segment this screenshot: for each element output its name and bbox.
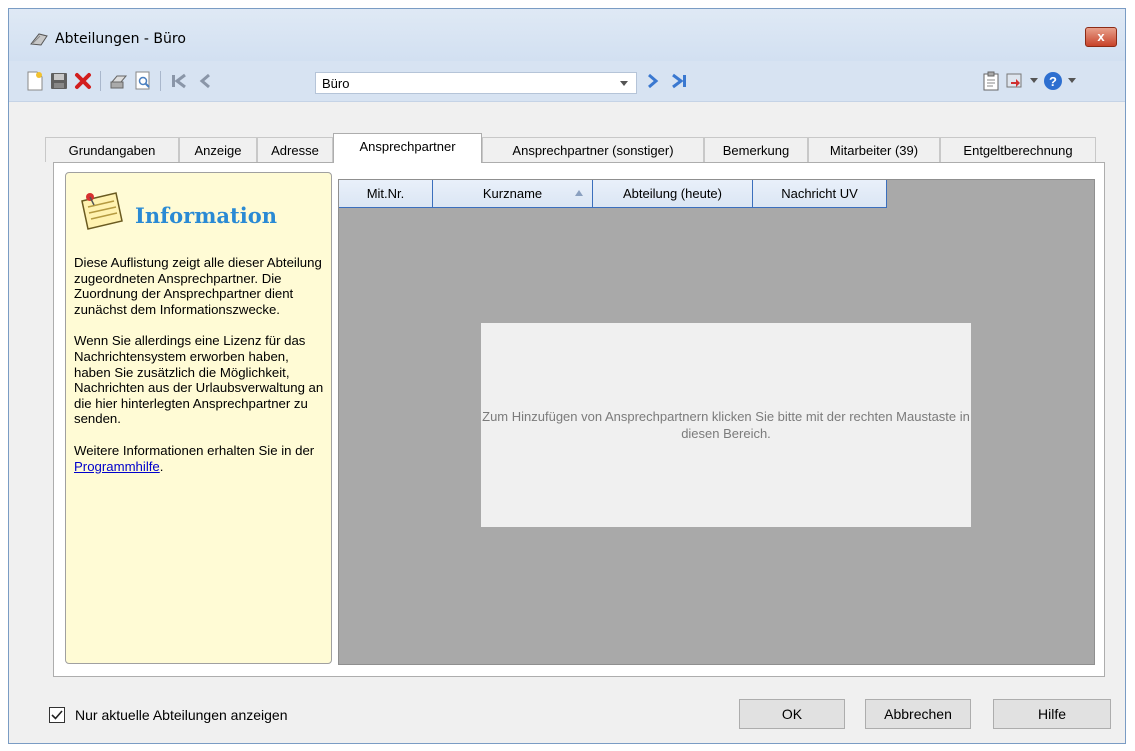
record-selector[interactable]: Büro [315, 72, 637, 94]
empty-grid-hint[interactable]: Zum Hinzufügen von Ansprechpartnern klic… [481, 323, 971, 527]
export-dropdown-icon[interactable] [1029, 71, 1039, 91]
current-departments-checkbox[interactable] [49, 707, 65, 723]
info-box: Information Diese Auflistung zeigt alle … [65, 172, 332, 664]
chevron-down-icon [620, 81, 628, 86]
column-header-abteilung[interactable]: Abteilung (heute) [593, 180, 753, 208]
info-paragraph-3: Weitere Informationen erhalten Sie in de… [74, 443, 329, 474]
toolbar-separator [160, 71, 161, 91]
tab-ansprechpartner-sonstiger[interactable]: Ansprechpartner (sonstiger) [482, 137, 704, 162]
tab-mitarbeiter[interactable]: Mitarbeiter (39) [808, 137, 940, 162]
tab-grundangaben[interactable]: Grundangaben [45, 137, 179, 162]
checkmark-icon [51, 710, 63, 720]
tab-bemerkung[interactable]: Bemerkung [704, 137, 808, 162]
print-preview-icon[interactable] [133, 71, 153, 91]
column-header-nachricht-uv[interactable]: Nachricht UV [753, 180, 887, 208]
tab-panel: Information Diese Auflistung zeigt alle … [53, 162, 1105, 677]
title-bar: Abteilungen - Büro x [9, 9, 1125, 61]
previous-record-icon[interactable] [195, 71, 215, 91]
column-header-mit-nr[interactable]: Mit.Nr. [339, 180, 433, 208]
toolbar-separator [100, 71, 101, 91]
column-header-kurzname[interactable]: Kurzname [433, 180, 593, 208]
close-button[interactable]: x [1085, 27, 1117, 47]
contacts-grid[interactable]: Mit.Nr. Kurzname Abteilung (heute) Nachr… [338, 179, 1095, 665]
tab-entgeltberechnung[interactable]: Entgeltberechnung [940, 137, 1096, 162]
info-paragraph-2: Wenn Sie allerdings eine Lizenz für das … [74, 333, 324, 427]
next-record-icon[interactable] [643, 71, 663, 91]
info-paragraph-3-end: . [159, 458, 164, 474]
tab-adresse[interactable]: Adresse [257, 137, 333, 162]
clipboard-icon[interactable] [981, 71, 1001, 91]
first-record-icon[interactable] [169, 71, 189, 91]
close-icon: x [1097, 29, 1105, 44]
print-icon[interactable] [109, 71, 129, 91]
checkbox-label[interactable]: Nur aktuelle Abteilungen anzeigen [75, 707, 288, 723]
cancel-button[interactable]: Abbrechen [865, 699, 971, 729]
info-paragraph-1: Diese Auflistung zeigt alle dieser Abtei… [74, 255, 322, 317]
save-icon[interactable] [49, 71, 69, 91]
toolbar: Büro ? [9, 61, 1125, 102]
window-title: Abteilungen - Büro [55, 31, 186, 47]
app-icon [29, 31, 49, 47]
program-help-link[interactable]: Programmhilfe [74, 459, 160, 474]
help-button[interactable]: Hilfe [993, 699, 1111, 729]
sort-ascending-icon [575, 190, 583, 196]
column-header-kurzname-label: Kurzname [482, 186, 543, 201]
tab-anzeige[interactable]: Anzeige [179, 137, 257, 162]
delete-icon[interactable] [73, 71, 93, 91]
info-title: Information [135, 203, 277, 228]
info-text: Diese Auflistung zeigt alle dieser Abtei… [74, 255, 329, 490]
tab-ansprechpartner[interactable]: Ansprechpartner [333, 133, 482, 163]
svg-text:?: ? [1049, 74, 1057, 89]
ok-button[interactable]: OK [739, 699, 845, 729]
last-record-icon[interactable] [669, 71, 689, 91]
export-icon[interactable] [1005, 71, 1025, 91]
new-icon[interactable] [25, 71, 45, 91]
help-icon[interactable]: ? [1043, 71, 1063, 91]
notepad-icon [76, 185, 128, 237]
record-selector-value: Büro [322, 76, 350, 91]
dialog-window: Abteilungen - Büro x Büro ? Grundangaben… [8, 8, 1126, 744]
help-dropdown-icon[interactable] [1067, 71, 1077, 91]
info-paragraph-3-text: Weitere Informationen erhalten Sie in de… [74, 442, 315, 458]
